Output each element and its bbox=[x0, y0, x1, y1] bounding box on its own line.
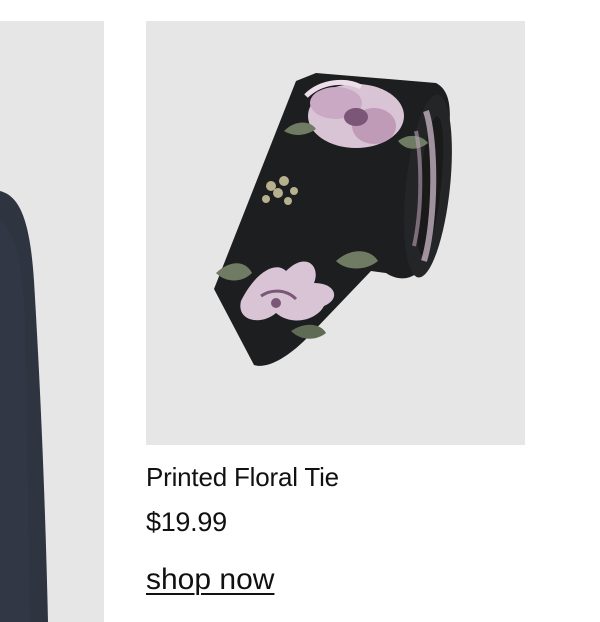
product-name[interactable]: Printed Floral Tie bbox=[146, 462, 339, 493]
previous-product-image[interactable] bbox=[0, 21, 104, 622]
floral-tie-image bbox=[214, 73, 452, 366]
shop-now-link[interactable]: shop now bbox=[146, 563, 274, 597]
product-card[interactable]: Printed Floral Tie $19.99 shop now bbox=[146, 21, 525, 596]
product-price: $19.99 bbox=[146, 507, 227, 537]
previous-product-card[interactable] bbox=[0, 21, 104, 622]
product-image[interactable] bbox=[146, 21, 525, 445]
